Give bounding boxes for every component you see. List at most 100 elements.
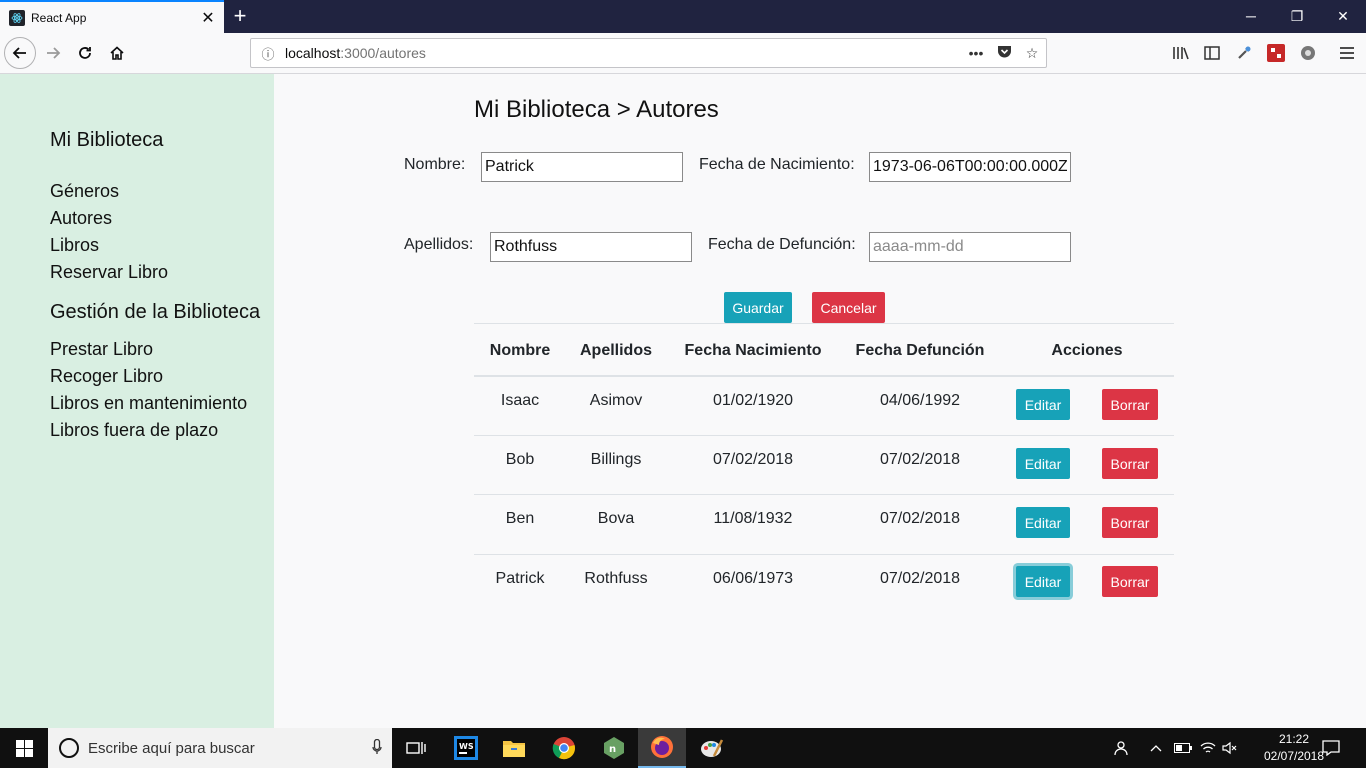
clock-date: 02/07/2018 [1263, 749, 1325, 763]
sidebar-item-generos[interactable]: Géneros [50, 181, 119, 202]
file-explorer-icon[interactable] [490, 728, 538, 768]
microphone-icon[interactable] [362, 738, 392, 758]
sidebar-item-reservar-libro[interactable]: Reservar Libro [50, 262, 168, 283]
header-acciones: Acciones [1051, 342, 1123, 359]
nombre-label: Nombre: [404, 156, 466, 173]
url-text[interactable]: localhost:3000/autores [285, 45, 962, 61]
sidebar-section-title: Gestión de la Biblioteca [50, 301, 261, 323]
windows-start-button[interactable] [0, 728, 48, 768]
editar-button[interactable]: Editar [1016, 566, 1070, 597]
borrar-button[interactable]: Borrar [1102, 507, 1158, 538]
table-top-border [474, 323, 1174, 324]
windows-logo-icon [15, 739, 33, 757]
row-divider [474, 435, 1174, 436]
url-bar[interactable]: ⓘ localhost:3000/autores ••• ☆ [250, 38, 1047, 68]
home-button[interactable] [102, 38, 132, 68]
taskbar: Escribe aquí para buscar WS n 21:22 02/0… [0, 728, 1366, 768]
library-icon[interactable] [1170, 42, 1192, 64]
new-tab-button[interactable]: + [226, 3, 254, 31]
nodejs-icon[interactable]: n [590, 728, 638, 768]
system-clock[interactable]: 21:22 02/07/2018 [1262, 731, 1326, 765]
header-fecha-nacimiento: Fecha Nacimiento [684, 342, 822, 359]
cancelar-button[interactable]: Cancelar [812, 292, 885, 323]
settings-gear-icon[interactable] [1297, 42, 1319, 64]
fecha-nacimiento-label: Fecha de Nacimiento: [699, 156, 855, 173]
eyedropper-icon[interactable] [1233, 42, 1255, 64]
borrar-button[interactable]: Borrar [1102, 389, 1158, 420]
cell-nombre: Isaac [500, 392, 540, 409]
sidebar-item-autores[interactable]: Autores [50, 208, 112, 229]
search-placeholder: Escribe aquí para buscar [88, 739, 255, 757]
borrar-button[interactable]: Borrar [1102, 566, 1158, 597]
sidebar-toggle-icon[interactable] [1201, 42, 1223, 64]
header-apellidos: Apellidos [579, 342, 652, 359]
page-actions-icon[interactable]: ••• [962, 45, 990, 61]
battery-icon[interactable] [1174, 728, 1194, 768]
info-icon[interactable]: ⓘ [255, 44, 281, 63]
browser-nav-bar: ⓘ localhost:3000/autores ••• ☆ [0, 33, 1366, 74]
browser-tab[interactable]: React App ✕ [0, 0, 224, 33]
cell-fecha-defuncion: 04/06/1992 [879, 392, 961, 409]
cell-fecha-nacimiento: 11/08/1932 [713, 510, 793, 527]
cell-fecha-nacimiento: 01/02/1920 [712, 392, 794, 409]
bookmark-star-icon[interactable]: ☆ [1018, 45, 1046, 62]
nombre-input[interactable] [481, 152, 683, 182]
editar-button[interactable]: Editar [1016, 448, 1070, 479]
sidebar-item-recoger-libro[interactable]: Recoger Libro [50, 366, 163, 387]
cell-nombre: Patrick [495, 570, 545, 587]
window-close-icon[interactable]: ✕ [1320, 0, 1366, 33]
row-divider [474, 554, 1174, 555]
forward-button[interactable] [38, 38, 68, 68]
extension-icon[interactable] [1265, 42, 1287, 64]
sidebar-item-libros-fuera-plazo[interactable]: Libros fuera de plazo [50, 420, 218, 441]
back-arrow-icon [12, 47, 26, 59]
cell-fecha-nacimiento: 06/06/1973 [712, 570, 794, 587]
reload-icon [79, 47, 91, 59]
fecha-nacimiento-input[interactable] [869, 152, 1071, 182]
editar-button[interactable]: Editar [1016, 389, 1070, 420]
task-view-icon[interactable] [392, 728, 440, 768]
guardar-button[interactable]: Guardar [724, 292, 792, 323]
fecha-defuncion-input[interactable] [869, 232, 1071, 262]
restore-icon[interactable]: ❐ [1274, 0, 1320, 33]
page-title: Mi Biblioteca > Autores [474, 96, 719, 123]
minimize-icon[interactable]: ─ [1228, 0, 1274, 33]
sidebar-brand[interactable]: Mi Biblioteca [50, 129, 163, 152]
chrome-icon[interactable] [540, 728, 588, 768]
reload-button[interactable] [70, 38, 100, 68]
borrar-button[interactable]: Borrar [1102, 448, 1158, 479]
cell-apellidos: Asimov [589, 392, 643, 409]
webstorm-icon[interactable]: WS [442, 728, 490, 768]
cell-fecha-nacimiento: 07/02/2018 [712, 451, 794, 468]
taskbar-search[interactable]: Escribe aquí para buscar [48, 728, 392, 768]
main-content: Mi Biblioteca > Autores Nombre: Fecha de… [274, 74, 1366, 728]
wifi-icon[interactable] [1200, 728, 1220, 768]
sidebar-item-prestar-libro[interactable]: Prestar Libro [50, 339, 153, 360]
menu-hamburger-icon[interactable] [1336, 42, 1358, 64]
apellidos-input[interactable] [490, 232, 692, 262]
cell-nombre: Bob [505, 451, 535, 468]
editar-button[interactable]: Editar [1016, 507, 1070, 538]
apellidos-label: Apellidos: [404, 236, 474, 253]
svg-text:WS: WS [459, 742, 474, 751]
cell-fecha-defuncion: 07/02/2018 [879, 451, 961, 468]
tab-title: React App [31, 10, 87, 25]
pocket-icon[interactable] [990, 45, 1018, 62]
firefox-icon[interactable] [638, 728, 686, 768]
show-hidden-icons-icon[interactable] [1150, 728, 1168, 768]
forward-arrow-icon [47, 47, 61, 59]
cell-fecha-defuncion: 07/02/2018 [879, 510, 961, 527]
close-tab-icon[interactable]: ✕ [196, 8, 220, 28]
header-fecha-defuncion: Fecha Defunción [855, 342, 985, 359]
cell-apellidos: Billings [590, 451, 642, 468]
paint-icon[interactable] [688, 728, 736, 768]
sidebar-item-libros[interactable]: Libros [50, 235, 99, 256]
svg-text:n: n [609, 744, 616, 755]
back-button[interactable] [4, 37, 36, 69]
action-center-icon[interactable] [1322, 728, 1344, 768]
people-icon[interactable] [1114, 728, 1136, 768]
volume-muted-icon[interactable] [1222, 728, 1242, 768]
cortana-icon [59, 738, 79, 758]
cell-apellidos: Bova [597, 510, 635, 527]
sidebar-item-libros-mantenimiento[interactable]: Libros en mantenimiento [50, 393, 247, 414]
